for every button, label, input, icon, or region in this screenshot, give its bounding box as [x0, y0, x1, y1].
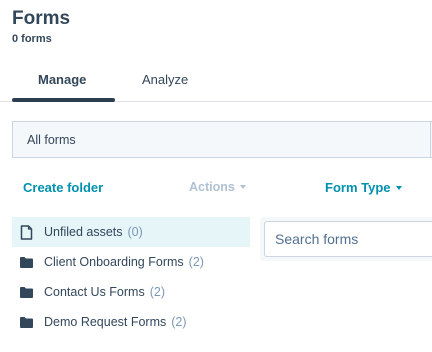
create-folder-button[interactable]: Create folder [23, 180, 103, 195]
folder-count: (0) [127, 225, 143, 239]
actions-label: Actions [189, 180, 235, 194]
folder-count: (2) [149, 285, 165, 299]
file-icon [20, 224, 33, 240]
folder-item-demo-request[interactable]: Demo Request Forms (2) [12, 307, 250, 337]
folder-name: Unfiled assets [44, 225, 123, 239]
folder-item-contact-us[interactable]: Contact Us Forms (2) [12, 277, 250, 307]
folder-icon [20, 286, 33, 298]
chevron-down-icon [239, 185, 246, 189]
search-input[interactable] [264, 221, 432, 257]
active-tab-indicator [12, 98, 115, 102]
form-type-label: Form Type [325, 180, 391, 195]
folder-icon [20, 256, 33, 268]
view-selector[interactable]: All forms [12, 121, 432, 158]
folder-item-client-onboarding[interactable]: Client Onboarding Forms (2) [12, 247, 250, 277]
tab-bar: Manage Analyze [0, 60, 432, 102]
search-panel [260, 217, 432, 261]
view-label: All forms [27, 133, 76, 147]
form-type-dropdown[interactable]: Form Type [325, 180, 402, 195]
actions-dropdown[interactable]: Actions [189, 180, 246, 194]
chevron-down-icon [395, 186, 402, 190]
page-title: Forms [12, 8, 71, 29]
folder-name: Demo Request Forms [44, 315, 167, 329]
folder-name: Client Onboarding Forms [44, 255, 184, 269]
folder-item-unfiled-assets[interactable]: Unfiled assets (0) [12, 217, 250, 247]
view-bar-divider [430, 122, 431, 157]
folder-icon [20, 316, 33, 328]
folder-count: (2) [188, 255, 204, 269]
folder-list: Unfiled assets (0) Client Onboarding For… [12, 217, 250, 337]
tab-manage[interactable]: Manage [38, 72, 86, 87]
forms-count: 0 forms [12, 33, 52, 45]
folder-name: Contact Us Forms [44, 285, 145, 299]
forms-page: Forms 0 forms Manage Analyze All forms C… [0, 0, 432, 352]
folder-count: (2) [171, 315, 187, 329]
tab-analyze[interactable]: Analyze [142, 72, 188, 87]
